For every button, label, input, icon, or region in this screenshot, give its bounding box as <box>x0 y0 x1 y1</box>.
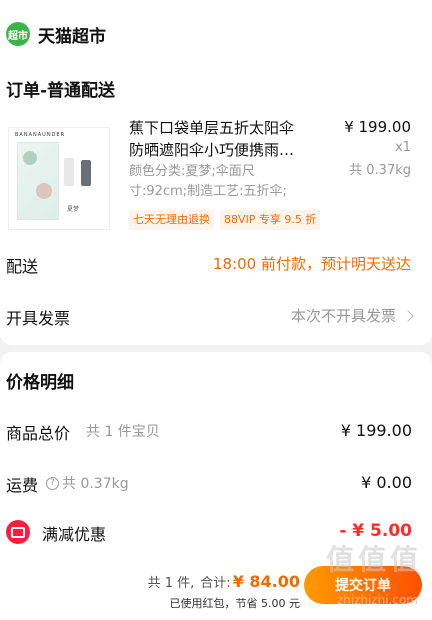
coupon-icon <box>6 520 30 544</box>
vip-discount-tag: 88VIP 专享 9.5 折 <box>220 210 321 230</box>
product-weight: 共 0.37kg <box>349 163 411 178</box>
product-thumbnail[interactable]: BANANAUNDER 夏梦 <box>8 127 110 230</box>
order-type-title: 订单-普通配送 <box>6 81 116 101</box>
delivery-value: 18:00 前付款，预计明天送达 <box>213 255 411 273</box>
product-qty: x1 <box>395 140 411 155</box>
promo-label: 满减优惠 <box>42 525 107 544</box>
product-title[interactable]: 蕉下口袋单层五折太阳伞 防晒遮阳伞小巧便携雨… <box>129 117 329 161</box>
shipping-info[interactable]: ? 共 0.37kg <box>46 473 129 493</box>
goods-total-value: ¥ 199.00 <box>340 421 412 440</box>
shipping-label: 运费 <box>6 476 39 495</box>
product-title-line2: 防晒遮阳伞小巧便携雨… <box>129 141 295 159</box>
store-header[interactable]: 超市 天猫超市 <box>6 20 106 48</box>
store-logo-icon: 超市 <box>6 22 30 46</box>
shipping-value: ¥ 0.00 <box>361 473 412 492</box>
product-spec-line1: 颜色分类:夏梦;伞面尺 <box>129 164 255 179</box>
delivery-label: 配送 <box>6 257 39 276</box>
product-tags: 七天无理由退换 88VIP 专享 9.5 折 <box>129 210 321 230</box>
item-count: 共 1 件, <box>147 576 195 591</box>
product-brand-text: BANANAUNDER <box>15 132 66 138</box>
goods-total-label: 商品总价 <box>6 424 71 443</box>
product-title-line1: 蕉下口袋单层五折太阳伞 <box>129 119 295 137</box>
watermark-logo: 值值值 <box>325 543 422 576</box>
saved-amount-text: 已使用红包，节省 5.00 元 <box>169 597 301 610</box>
product-spec-line2: 寸:92cm;制造工艺:五折伞; <box>129 184 287 199</box>
goods-count-text: 共 1 件宝贝 <box>86 424 160 440</box>
invoice-row[interactable]: 本次不开具发票 <box>290 305 414 326</box>
watermark-url: zhizhizhi.com <box>336 593 418 607</box>
price-detail-title: 价格明细 <box>6 373 74 393</box>
umbrella-print-image <box>17 142 59 220</box>
invoice-value: 本次不开具发票 <box>290 307 396 325</box>
umbrella-white-image <box>64 158 74 186</box>
product-price: ¥ 199.00 <box>344 118 411 136</box>
total-label: 合计: <box>200 576 231 591</box>
question-icon[interactable]: ? <box>46 476 59 490</box>
chevron-right-icon <box>402 309 414 322</box>
store-name: 天猫超市 <box>38 26 106 47</box>
shipping-weight-text: 共 0.37kg <box>62 476 129 492</box>
product-thumb-caption: 夏梦 <box>67 206 80 213</box>
total-amount: ¥ 84.00 <box>232 572 300 591</box>
total-summary: 共 1 件, 合计: ¥ 84.00 <box>148 572 300 591</box>
invoice-label[interactable]: 开具发票 <box>6 305 70 329</box>
umbrella-grey-image <box>81 160 91 186</box>
product-spec: 颜色分类:夏梦;伞面尺 寸:92cm;制造工艺:五折伞; <box>129 162 329 202</box>
return-policy-tag: 七天无理由退换 <box>129 210 214 230</box>
